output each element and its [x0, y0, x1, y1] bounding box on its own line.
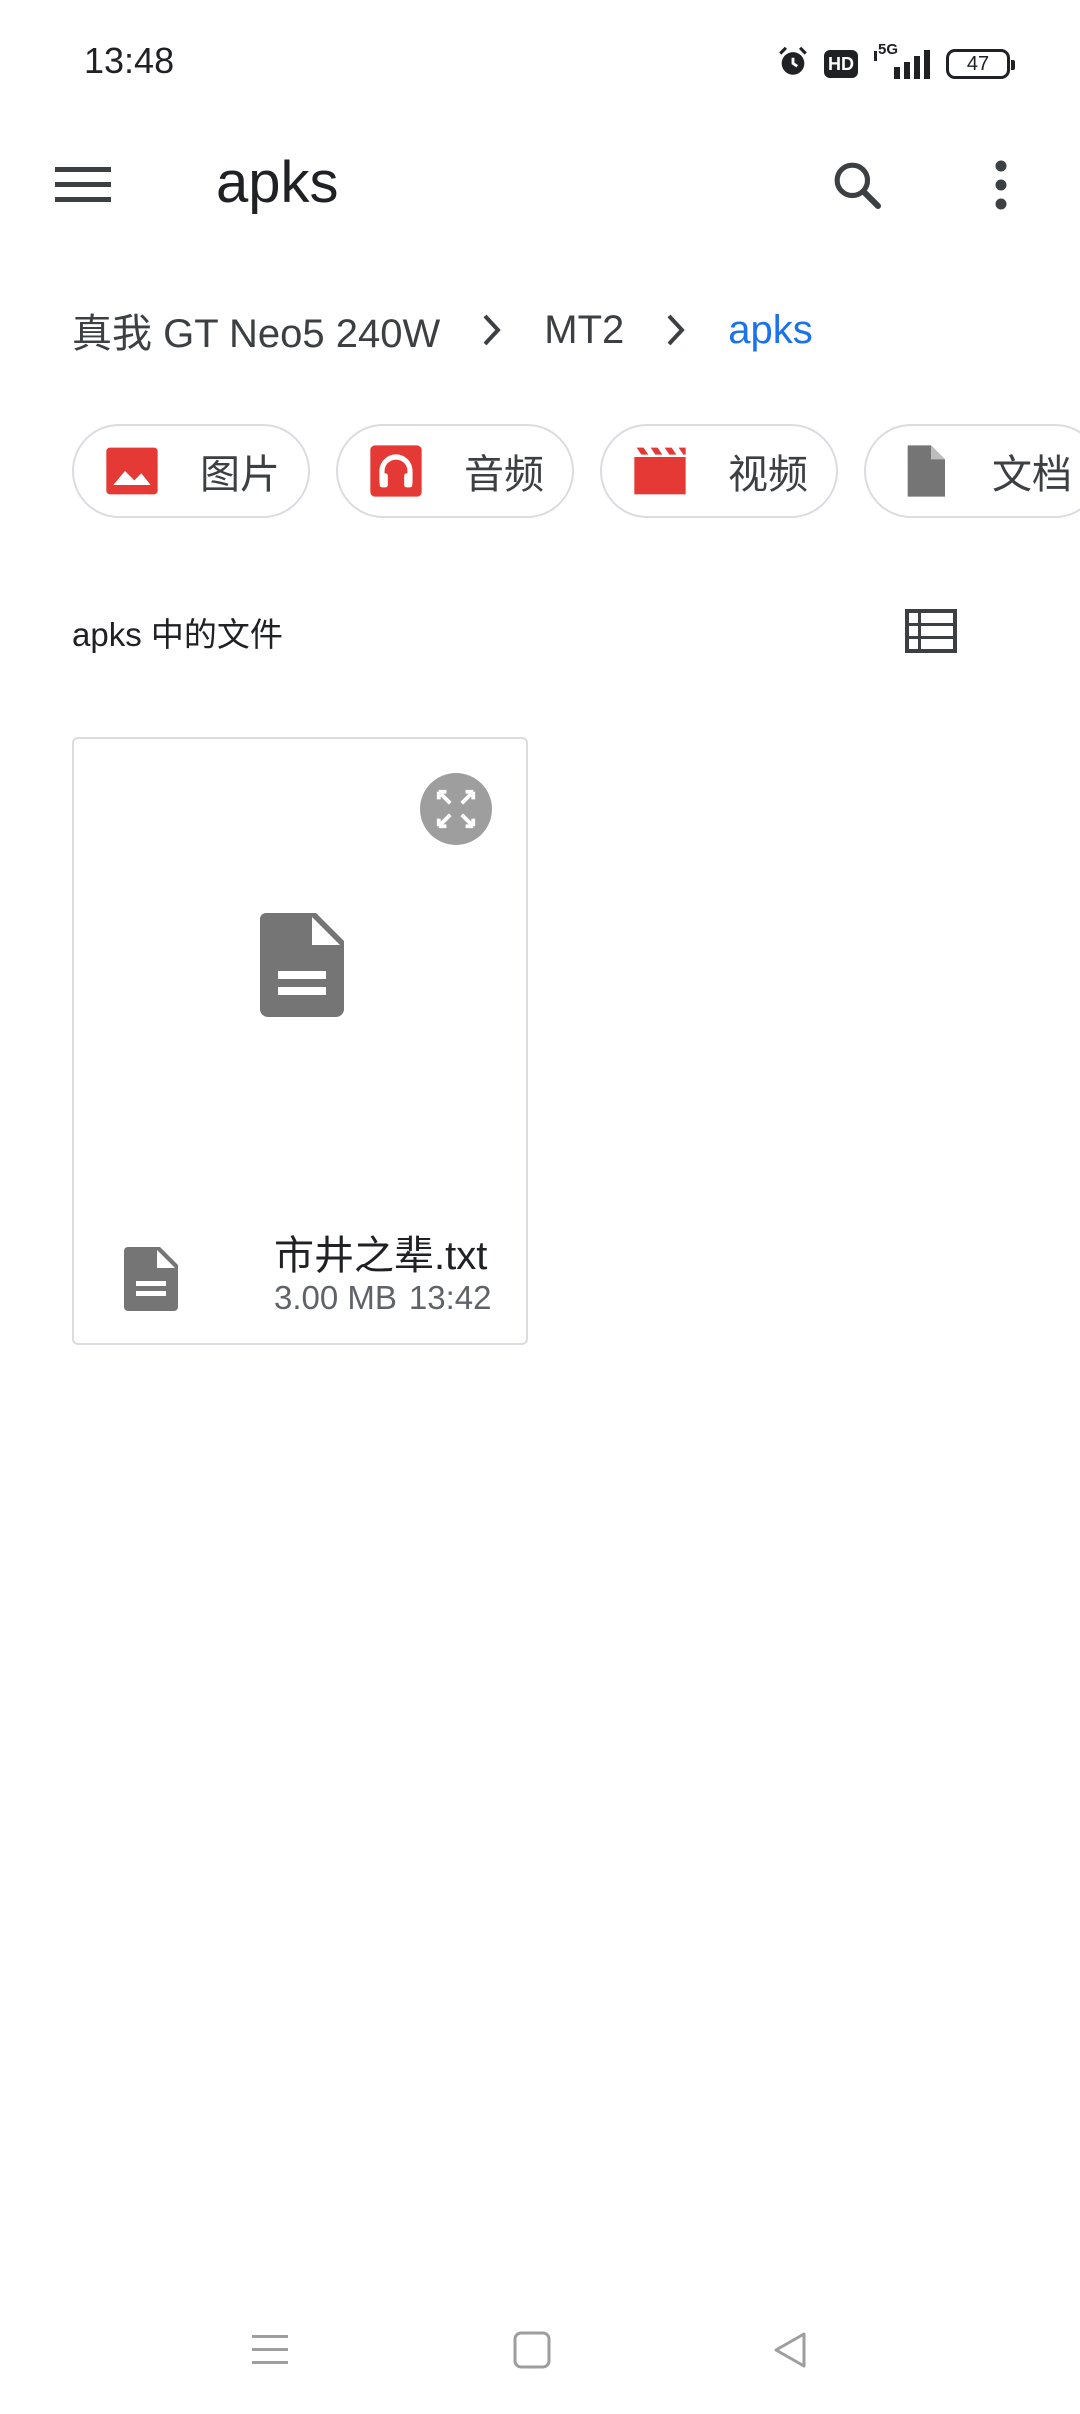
chip-documents[interactable]: 文档 — [864, 424, 1080, 518]
back-button[interactable] — [750, 2310, 830, 2390]
status-icons: HD 5G 47 — [776, 40, 1015, 88]
5g-signal-icon: 5G — [872, 41, 932, 81]
chip-audio[interactable]: 音频 — [336, 424, 574, 518]
page-title: apks — [216, 150, 339, 215]
file-time: 13:42 — [408, 1279, 492, 1316]
home-button[interactable] — [492, 2310, 572, 2390]
alarm-icon — [776, 45, 810, 84]
list-view-toggle[interactable] — [896, 596, 966, 666]
list-view-icon — [905, 609, 957, 653]
more-options-button[interactable] — [966, 150, 1036, 220]
network-type-label: 5G — [878, 41, 899, 58]
chevron-right-icon — [440, 312, 544, 348]
chip-label: 视频 — [728, 453, 808, 497]
home-icon — [513, 2331, 551, 2369]
file-name: 市井之辈.txt — [274, 1234, 488, 1278]
search-button[interactable] — [822, 150, 892, 220]
battery-icon: 47 — [946, 49, 1015, 79]
status-bar: 13:48 HD 5G 47 — [0, 0, 1080, 130]
chip-label: 音频 — [464, 453, 544, 497]
breadcrumb: 真我 GT Neo5 240W MT2 apks — [72, 295, 813, 365]
chip-video[interactable]: 视频 — [600, 424, 838, 518]
image-icon — [104, 443, 160, 499]
expand-preview-button[interactable] — [420, 773, 492, 845]
category-chips[interactable]: 图片 音频 视频 文档 — [72, 424, 1080, 520]
chip-images[interactable]: 图片 — [72, 424, 310, 518]
menu-icon — [55, 167, 111, 202]
file-size: 3.00 MB — [274, 1279, 397, 1316]
menu-button[interactable] — [50, 152, 116, 218]
file-info: 3.00 MB 13:42 — [274, 1279, 492, 1317]
breadcrumb-item-root[interactable]: 真我 GT Neo5 240W — [72, 301, 440, 359]
section-title: apks 中的文件 — [72, 616, 283, 653]
app-bar: apks — [0, 130, 1080, 240]
breadcrumb-item-current[interactable]: apks — [728, 308, 813, 353]
status-time: 13:48 — [84, 40, 175, 81]
system-nav-bar — [0, 2290, 1080, 2414]
hd-icon: HD — [824, 50, 858, 78]
fullscreen-icon — [436, 789, 476, 829]
recents-icon — [252, 2335, 288, 2364]
headphones-icon — [368, 443, 424, 499]
breadcrumb-item-mt2[interactable]: MT2 — [544, 308, 624, 353]
document-icon — [896, 443, 952, 499]
chip-label: 图片 — [200, 453, 280, 497]
more-vert-icon — [995, 160, 1007, 210]
document-preview-icon — [260, 913, 344, 1017]
text-file-icon — [124, 1247, 178, 1311]
movie-icon — [632, 443, 688, 499]
file-meta: 市井之辈.txt 3.00 MB 13:42 — [124, 1219, 524, 1329]
back-icon — [774, 2332, 806, 2368]
recents-button[interactable] — [230, 2310, 310, 2390]
search-icon — [834, 162, 882, 210]
file-card[interactable]: 市井之辈.txt 3.00 MB 13:42 — [72, 737, 528, 1345]
chevron-right-icon — [624, 312, 728, 348]
chip-label: 文档 — [992, 453, 1072, 497]
